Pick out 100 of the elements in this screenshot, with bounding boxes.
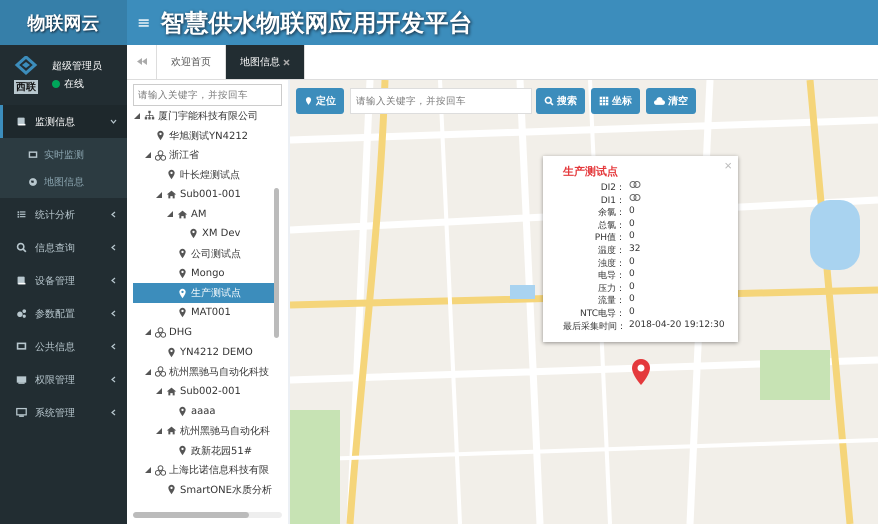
tree-item[interactable]: YN4212 DEMO — [133, 342, 274, 362]
grid-icon — [599, 96, 609, 106]
hierarchy-icon — [144, 110, 155, 122]
logo-text: 西联 — [14, 80, 38, 94]
menu-item[interactable]: 监测信息 — [0, 105, 127, 138]
menu-item[interactable]: 权限管理 — [0, 363, 127, 396]
tree-item[interactable]: aaaa — [133, 401, 274, 421]
tree-item[interactable]: 生产测试点 — [133, 283, 274, 303]
house-icon — [166, 189, 177, 200]
menu-item-icon — [16, 374, 27, 385]
tab[interactable]: 地图信息 — [226, 45, 305, 79]
map-search-field[interactable]: 请输入关键字，并按回车 — [350, 88, 532, 114]
pin-icon — [177, 288, 188, 299]
field-label: 压力： — [597, 282, 625, 295]
collapse-triangle-icon[interactable] — [166, 211, 174, 218]
menu-item-icon — [16, 275, 27, 286]
house-icon — [177, 208, 188, 220]
field-label: 最后采集时间： — [563, 320, 625, 333]
collapse-triangle-icon[interactable] — [155, 428, 163, 434]
tree-item[interactable]: 浙江省 — [133, 145, 274, 166]
house-icon — [166, 386, 177, 397]
house-icon — [166, 425, 177, 436]
search-button[interactable]: 搜索 — [536, 88, 585, 114]
tree-item[interactable]: 杭州黑驰马自动化科 — [133, 421, 274, 441]
menu-item-icon — [16, 116, 27, 127]
tree-item[interactable]: 政新花园51# — [133, 440, 274, 460]
pin-icon — [304, 96, 313, 106]
chevron-left-icon — [110, 310, 117, 317]
field-label: 温度： — [597, 244, 625, 257]
field-value: 0 — [628, 218, 636, 231]
pin-icon — [177, 268, 188, 279]
menu-item[interactable]: 系统管理 — [0, 396, 127, 429]
menu-item-icon — [16, 407, 27, 418]
menu-item-icon — [16, 209, 27, 220]
pin-icon — [177, 248, 188, 260]
menu-item-icon — [16, 308, 27, 319]
tree-item[interactable]: 上海比诺信息科技有限 — [133, 460, 274, 480]
map-marker-icon[interactable] — [631, 358, 651, 386]
tree-search-field[interactable]: 请输入关键字，并按回车 — [133, 84, 282, 106]
field-value: 32 — [628, 244, 642, 256]
collapse-triangle-icon[interactable] — [155, 388, 163, 394]
tree-item[interactable]: Mongo — [133, 264, 274, 284]
tree-item[interactable]: 华旭测试YN4212 — [133, 126, 274, 146]
group-icon — [155, 326, 166, 338]
pin-icon — [166, 346, 177, 358]
search-icon — [544, 96, 554, 106]
menu-item[interactable]: 统计分析 — [0, 198, 127, 231]
tree-item[interactable]: XM Dev — [133, 224, 274, 244]
field-label: DI1： — [600, 194, 625, 207]
coordinates-button[interactable]: 坐标 — [591, 88, 640, 114]
field-value: 0 — [628, 231, 636, 244]
pin-icon — [188, 228, 199, 240]
tree-item[interactable]: DHG — [133, 322, 274, 342]
menu-item[interactable]: 公共信息 — [0, 330, 127, 363]
tree-item[interactable]: Sub001-001 — [133, 184, 274, 204]
double-triangle-left-icon — [136, 58, 146, 65]
menu-item[interactable]: 信息查询 — [0, 231, 127, 264]
tree-item[interactable]: 杭州黑驰马自动化科技 — [133, 362, 274, 382]
collapse-triangle-icon[interactable] — [155, 192, 163, 198]
submenu-icon — [28, 176, 38, 186]
locate-button[interactable]: 定位 — [296, 88, 344, 114]
status-text: 在线 — [64, 78, 84, 91]
collapse-triangle-icon[interactable] — [144, 368, 152, 375]
tree-item[interactable]: MAT001 — [133, 302, 274, 323]
chevron-down-icon — [110, 118, 117, 125]
cloud-icon — [654, 96, 665, 106]
tree-item[interactable]: Sub002-001 — [133, 382, 274, 402]
scrollbar[interactable] — [274, 188, 279, 338]
chevron-left-icon — [110, 343, 117, 350]
pin-icon — [177, 406, 188, 417]
chevron-left-icon — [110, 211, 117, 218]
collapse-triangle-icon[interactable] — [144, 467, 152, 474]
collapse-triangle-icon[interactable] — [144, 152, 152, 158]
clear-button[interactable]: 清空 — [646, 88, 696, 114]
pin-icon — [177, 445, 188, 456]
field-label: 流量： — [597, 294, 625, 308]
field-label: PH值： — [594, 232, 625, 244]
pin-icon — [155, 130, 166, 142]
tree-item[interactable]: 厦门宇能科技有限公司 — [133, 106, 274, 126]
field-value: 0 — [628, 282, 636, 294]
submenu-item[interactable]: 地图信息 — [0, 168, 127, 195]
field-value: 0 — [628, 294, 636, 306]
user-name: 超级管理员 — [52, 60, 102, 73]
menu-item[interactable]: 设备管理 — [0, 264, 127, 297]
tree-item[interactable]: SmartONE水质分析 — [133, 480, 274, 500]
group-icon — [155, 150, 166, 161]
tree-item[interactable]: AM — [133, 204, 274, 224]
app-title: 智慧供水物联网应用开发平台 — [160, 8, 472, 38]
submenu-item[interactable]: 实时监测 — [0, 141, 127, 168]
menu-icon[interactable]: ≡ — [137, 13, 150, 32]
collapse-triangle-icon[interactable] — [133, 112, 141, 119]
close-icon[interactable] — [283, 58, 290, 66]
menu-item-icon — [16, 242, 27, 253]
field-value: 0 — [628, 269, 636, 282]
collapse-triangle-icon[interactable] — [144, 329, 152, 336]
tree-item[interactable]: 公司测试点 — [133, 244, 274, 264]
scrollbar[interactable] — [133, 512, 250, 518]
menu-item[interactable]: 参数配置 — [0, 297, 127, 330]
pin-icon — [177, 307, 188, 318]
tree-item[interactable]: 叶长煌测试点 — [133, 165, 274, 185]
